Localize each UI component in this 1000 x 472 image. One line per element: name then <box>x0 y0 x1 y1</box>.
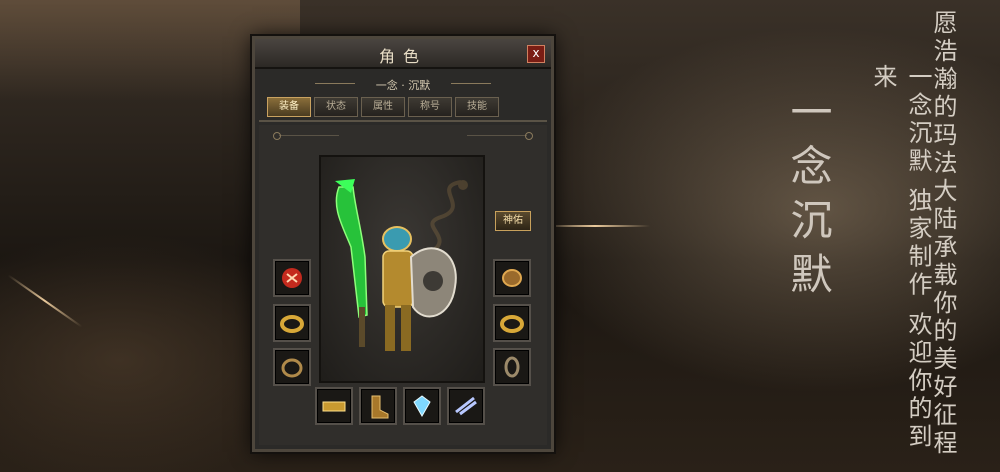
deco-line-left <box>279 135 339 136</box>
title-bar[interactable]: 角色 x <box>255 39 551 69</box>
tab-skills[interactable]: 技能 <box>455 97 499 117</box>
blessing-button[interactable]: 神佑 <box>495 211 531 231</box>
character-avatar <box>335 179 457 351</box>
promo-headline: 一念沉默 <box>784 90 833 306</box>
bracelet-icon <box>504 356 520 378</box>
slot-left-3[interactable] <box>273 348 311 386</box>
light-streak <box>540 225 650 227</box>
window-title: 角色 <box>378 47 427 66</box>
slot-bottom-4[interactable] <box>447 387 485 425</box>
deco-dot-right <box>525 132 533 140</box>
ring-icon <box>500 315 524 333</box>
belt-icon <box>322 401 346 412</box>
slot-left-1[interactable] <box>273 259 311 297</box>
slot-right-1[interactable] <box>493 259 531 297</box>
slot-bottom-3[interactable] <box>403 387 441 425</box>
character-name: 一念 · 沉默 <box>375 79 431 92</box>
slot-right-2[interactable] <box>493 304 531 342</box>
tab-titles[interactable]: 称号 <box>408 97 452 117</box>
gem-icon <box>413 395 431 418</box>
slot-bottom-1[interactable] <box>315 387 353 425</box>
talisman-icon <box>455 396 477 416</box>
close-button[interactable]: x <box>527 45 545 63</box>
slot-bottom-2[interactable] <box>359 387 397 425</box>
slot-left-2[interactable] <box>273 304 311 342</box>
tab-divider <box>259 120 547 122</box>
tab-status[interactable]: 状态 <box>314 97 358 117</box>
promo-line-3: 愿浩瀚的玛法大陆承载你的美好征程 <box>929 10 957 458</box>
character-panel: 角色 x 一念 · 沉默 装备 状态 属性 称号 技能 神佑 <box>252 36 554 452</box>
bracelet-icon <box>281 358 303 378</box>
tab-attributes[interactable]: 属性 <box>361 97 405 117</box>
deco-dot-left <box>273 132 281 140</box>
tab-equipment[interactable]: 装备 <box>267 97 311 117</box>
deco-line-right <box>467 135 527 136</box>
ring-icon <box>280 315 304 333</box>
slot-right-3[interactable] <box>493 348 531 386</box>
helmet-emblem-icon <box>282 268 302 288</box>
ornament-right <box>451 83 491 84</box>
character-preview <box>319 155 485 383</box>
tab-bar: 装备 状态 属性 称号 技能 <box>267 97 499 117</box>
gauntlet-icon <box>502 269 522 287</box>
boots-icon <box>371 395 389 419</box>
